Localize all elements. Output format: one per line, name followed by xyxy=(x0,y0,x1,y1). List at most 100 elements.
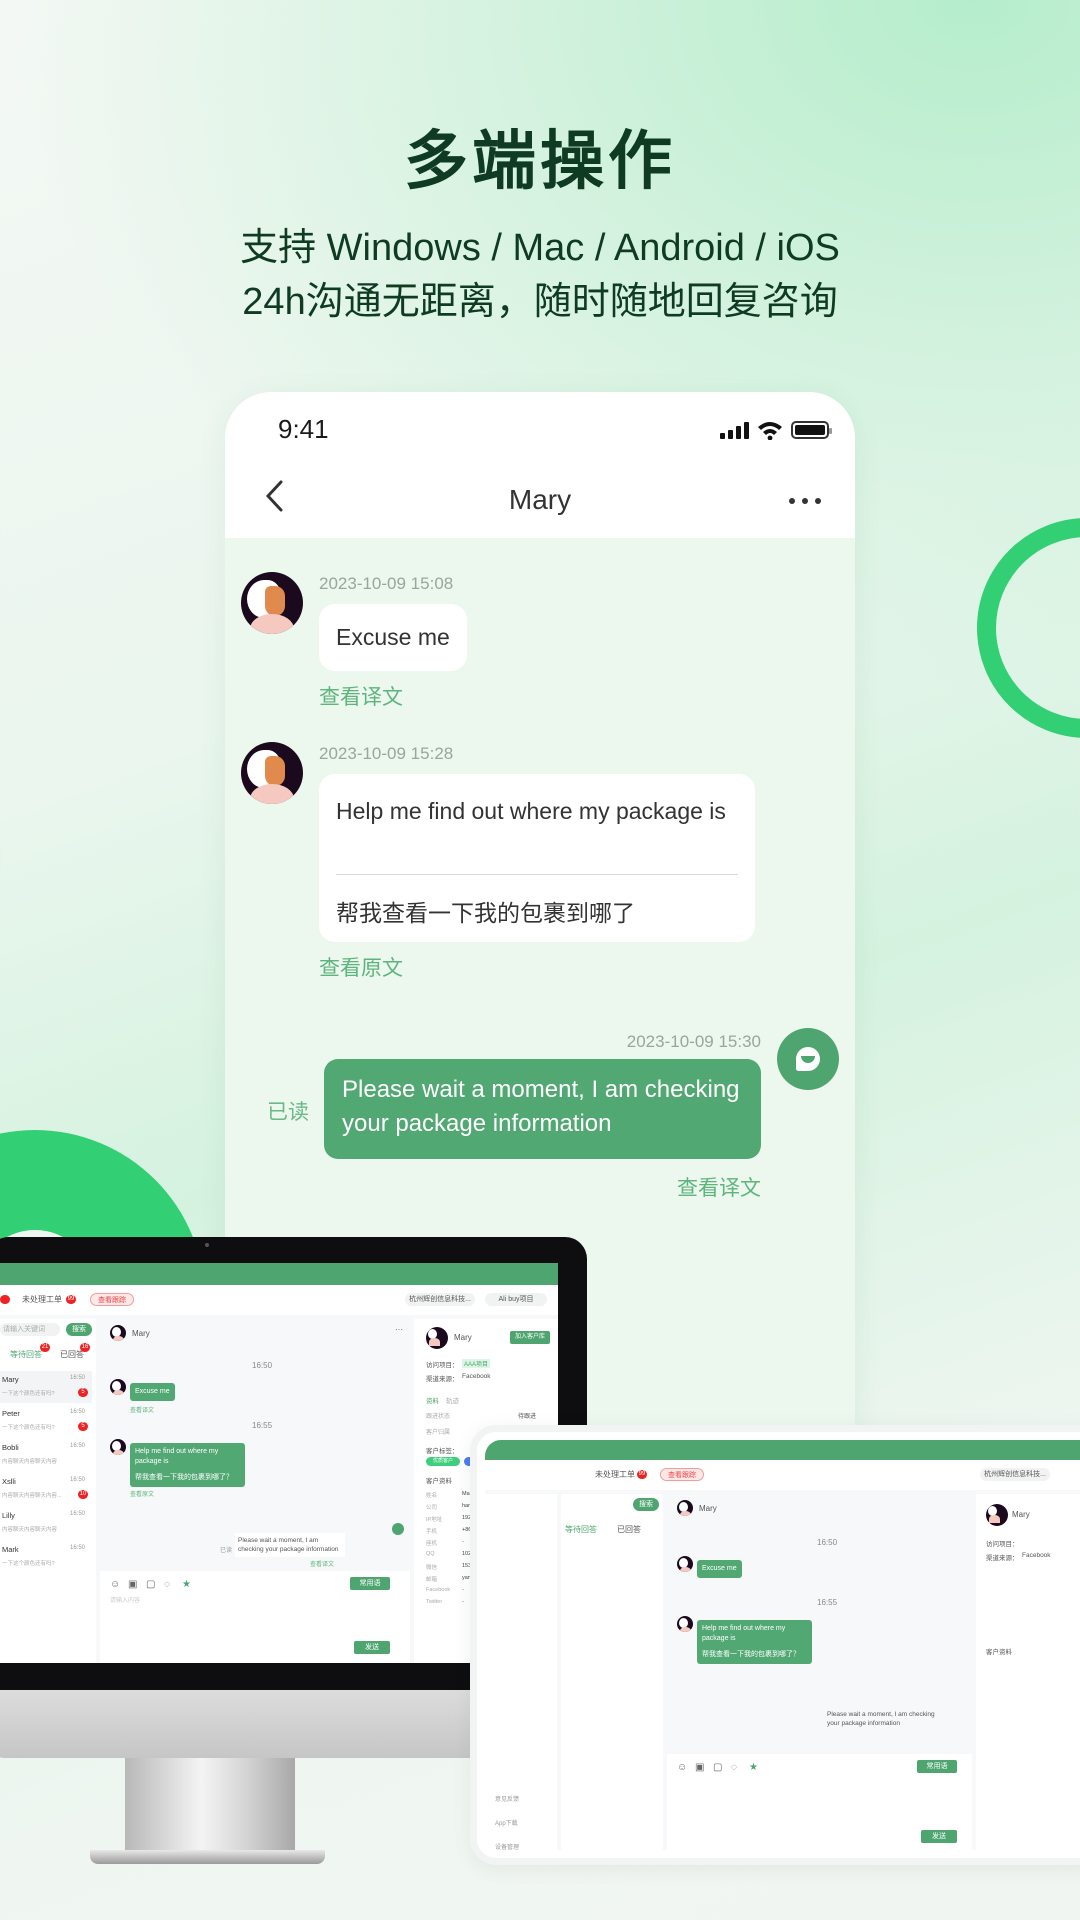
tab-profile[interactable]: 资料 xyxy=(426,1395,439,1405)
more-horizontal-icon xyxy=(789,498,821,504)
chat-pane: Mary ··· 16:50 Excuse me 查看译文 16:55 Help… xyxy=(100,1319,410,1663)
file-icon[interactable]: ▢ xyxy=(146,1579,155,1590)
chat-icon[interactable]: ◌ xyxy=(164,1579,170,1590)
message-bubble-incoming: Excuse me xyxy=(319,604,467,671)
search-button[interactable]: 搜索 xyxy=(66,1323,92,1336)
conversation-name: Peter xyxy=(2,1409,20,1418)
message-input[interactable]: 请输入内容 xyxy=(110,1595,140,1604)
app-topbar xyxy=(0,1263,558,1285)
hero-subtitle-tagline: 24h沟通无距离，随时随地回复咨询 xyxy=(242,281,838,323)
field-label: 微信 xyxy=(426,1565,438,1571)
conversation-name: Mark xyxy=(2,1545,19,1554)
sidebar-item-feedback[interactable]: 意见反馈 xyxy=(495,1794,519,1803)
tab-waiting[interactable]: 等待回答 xyxy=(10,1349,42,1360)
visit-project-label: 访问项目： xyxy=(426,1362,459,1369)
conversation-item[interactable]: Mary 16:50 一下这个颜色还有吗? 5 xyxy=(0,1371,92,1403)
chat-icon[interactable]: ◌ xyxy=(731,1762,737,1773)
more-icon[interactable]: ··· xyxy=(395,1325,403,1334)
chat-contact-name: Mary xyxy=(132,1329,150,1338)
conversation-preview: 一下这个颜色还有吗? xyxy=(2,1391,55,1397)
customer-tag[interactable]: 优质客户 xyxy=(426,1457,460,1466)
image-icon[interactable]: ▣ xyxy=(695,1762,704,1773)
pending-tickets-label[interactable]: 未处理工单 xyxy=(595,1469,635,1480)
conversation-item[interactable]: Bobli 16:50 内容聊天内容聊天内容 xyxy=(0,1439,92,1471)
field-label: QQ xyxy=(426,1551,435,1557)
quick-reply-button[interactable]: 常用语 xyxy=(917,1760,957,1773)
view-original-link[interactable]: 查看原文 xyxy=(319,952,403,982)
pending-tickets-badge: 99 xyxy=(637,1470,647,1479)
conversation-item[interactable]: Xslli 16:50 内容聊天内容聊天内容... 10 xyxy=(0,1473,92,1505)
app-toolbar: 未处理工单 99 查看跟踪 杭州辉创信息科技... xyxy=(485,1460,1080,1490)
field-label: 邮箱 xyxy=(426,1577,438,1583)
view-translation-link[interactable]: 查看译文 xyxy=(525,1172,761,1202)
star-icon[interactable]: ★ xyxy=(182,1579,191,1590)
pending-tickets-badge: 99 xyxy=(66,1295,76,1304)
customer-name: Mary xyxy=(454,1333,472,1342)
conversation-time: 16:50 xyxy=(70,1443,86,1449)
send-button[interactable]: 发送 xyxy=(354,1641,390,1654)
more-button[interactable] xyxy=(787,480,823,514)
project-selector[interactable]: Ali buy项目 xyxy=(485,1293,547,1306)
search-input[interactable]: 请输入关键词 xyxy=(0,1323,60,1336)
message-original-text: Help me find out where my package is xyxy=(336,798,726,824)
alert-button[interactable]: 查看跟踪 xyxy=(90,1293,134,1306)
monitor-base xyxy=(90,1850,325,1864)
customer-name: Mary xyxy=(1012,1510,1030,1519)
field-value: - xyxy=(462,1599,464,1605)
conversation-item[interactable]: Peter 16:50 一下这个颜色还有吗? 5 xyxy=(0,1405,92,1437)
sidebar-item-devices[interactable]: 设备管理 xyxy=(495,1842,519,1850)
quick-reply-button[interactable]: 常用语 xyxy=(350,1577,390,1590)
conversation-time: 16:50 xyxy=(70,1409,86,1415)
agent-avatar[interactable] xyxy=(777,1028,839,1090)
chat-bubble-icon xyxy=(796,1047,820,1071)
emoji-icon[interactable]: ☺ xyxy=(677,1762,687,1773)
conversation-time: 16:50 xyxy=(70,1545,86,1551)
field-label: 公司 xyxy=(426,1505,438,1511)
view-translation-link[interactable]: 查看译文 xyxy=(319,681,403,711)
conversation-time: 16:50 xyxy=(70,1511,86,1517)
tab-answered[interactable]: 已回答 xyxy=(617,1524,641,1535)
contact-avatar[interactable] xyxy=(241,572,303,634)
status-icons xyxy=(720,420,832,440)
field-label: Twitter xyxy=(426,1599,443,1605)
time-divider: 16:50 xyxy=(252,1361,273,1370)
pending-tickets-label[interactable]: 未处理工单 xyxy=(22,1294,62,1305)
company-selector[interactable]: 杭州辉创信息科技... xyxy=(980,1468,1050,1481)
field-label: 座机 xyxy=(426,1541,438,1547)
conversation-preview: 一下这个颜色还有吗? xyxy=(2,1425,55,1431)
tab-waiting[interactable]: 等待回答 xyxy=(565,1524,597,1535)
conversation-item[interactable]: Lilly 16:50 内容聊天内容聊天内容 xyxy=(0,1507,92,1539)
read-status: 已读 xyxy=(267,1101,309,1124)
time-divider: 16:55 xyxy=(817,1598,838,1607)
tab-track[interactable]: 轨迹 xyxy=(446,1395,459,1405)
customer-profile: Mary 访问项目： 渠道来源： Facebook 客户资料 xyxy=(976,1494,1080,1850)
field-label: 姓名 xyxy=(426,1493,438,1499)
wifi-icon xyxy=(758,422,782,440)
field-value: - xyxy=(462,1587,464,1593)
search-button[interactable]: 搜索 xyxy=(633,1498,659,1511)
app-topbar xyxy=(485,1440,1080,1460)
conversation-item[interactable]: Mark 16:50 一下这个颜色还有吗? xyxy=(0,1541,92,1573)
field-label: Facebook xyxy=(426,1587,451,1593)
follow-status-select[interactable]: 待跟进 xyxy=(518,1411,536,1420)
message-original: Help me find out where my package is xyxy=(702,1625,786,1642)
conversation-name: Mary xyxy=(2,1375,19,1384)
field-label: 手机 xyxy=(426,1529,438,1535)
emoji-icon[interactable]: ☺ xyxy=(110,1579,120,1590)
conversation-preview: 一下这个颜色还有吗? xyxy=(2,1561,55,1567)
contact-avatar[interactable] xyxy=(241,742,303,804)
message-original: Help me find out where my package is xyxy=(135,1448,219,1465)
file-icon[interactable]: ▢ xyxy=(713,1762,722,1773)
image-icon[interactable]: ▣ xyxy=(128,1579,137,1590)
view-translation-link[interactable]: 查看译文 xyxy=(130,1405,154,1414)
sidebar-item-app-download[interactable]: App下载 xyxy=(495,1818,518,1827)
view-original-link[interactable]: 查看原文 xyxy=(130,1489,154,1498)
customer-info-label: 客户资料 xyxy=(986,1649,1012,1656)
battery-icon xyxy=(791,421,832,439)
company-selector[interactable]: 杭州辉创信息科技... xyxy=(405,1293,475,1306)
add-to-library-button[interactable]: 加入客户库 xyxy=(510,1331,550,1344)
star-icon[interactable]: ★ xyxy=(749,1762,758,1773)
alert-button[interactable]: 查看跟踪 xyxy=(660,1468,704,1481)
view-translation-link[interactable]: 查看译文 xyxy=(310,1559,334,1568)
send-button[interactable]: 发送 xyxy=(921,1830,957,1843)
